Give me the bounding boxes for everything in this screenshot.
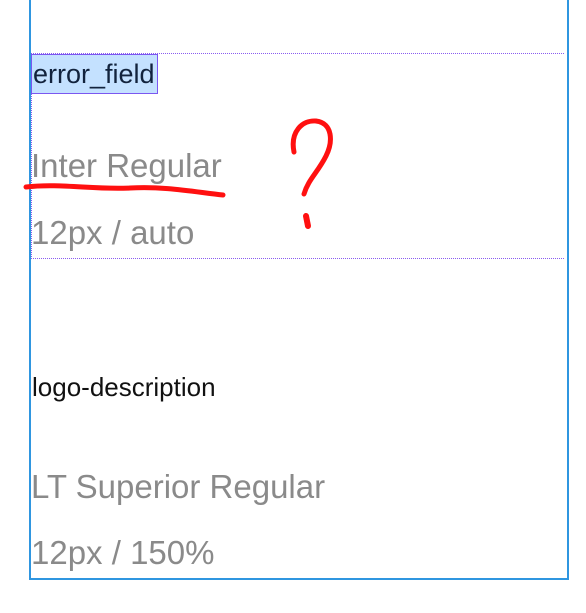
style-font-size: 12px / 150% <box>31 534 215 571</box>
style-font-family: LT Superior Regular <box>31 468 326 505</box>
style-font-size: 12px / auto <box>31 214 195 251</box>
style-name-error-field[interactable]: error_field <box>31 54 158 94</box>
style-font-family: Inter Regular <box>31 147 222 184</box>
text-styles-canvas: error_field Inter Regular 12px / auto lo… <box>0 0 586 613</box>
style-name-logo-description[interactable]: logo-description <box>32 370 216 404</box>
